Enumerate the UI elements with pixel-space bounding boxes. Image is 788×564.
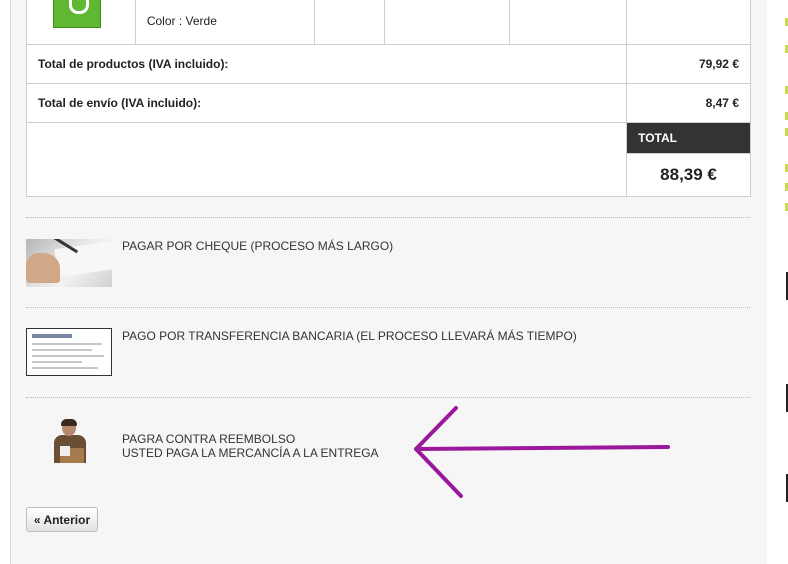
previous-button[interactable]: « Anterior [26, 507, 98, 532]
annotation-arrow-icon [414, 406, 670, 498]
